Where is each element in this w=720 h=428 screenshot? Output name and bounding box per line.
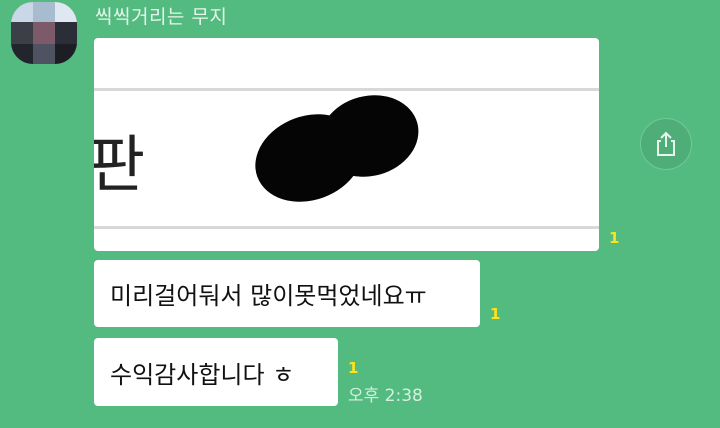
message-time: 오후 2:38 xyxy=(348,386,423,406)
message-text: 수익감사합니다 ㅎ xyxy=(110,360,295,389)
share-button[interactable] xyxy=(640,118,692,170)
divider-line xyxy=(94,226,599,229)
unread-count: 1 xyxy=(348,359,359,377)
image-message[interactable]: ━ ━ ━ 판 xyxy=(94,38,599,251)
divider-line xyxy=(94,88,599,91)
unread-count: 1 xyxy=(609,229,620,247)
sender-name: 씩씩거리는 무지 xyxy=(95,6,228,28)
message-text: 미리걸어둬서 많이못먹었네요ㅠ xyxy=(110,282,427,310)
unread-count: 1 xyxy=(490,305,501,323)
message-bubble[interactable]: 수익감사합니다 ㅎ xyxy=(94,338,338,406)
avatar[interactable] xyxy=(11,2,77,64)
cropped-text-fragment: ━ ━ ━ xyxy=(274,38,347,51)
message-bubble[interactable]: 미리걸어둬서 많이못먹었네요ㅠ xyxy=(94,260,480,327)
share-icon xyxy=(657,131,675,156)
image-text: 판 xyxy=(94,128,146,201)
